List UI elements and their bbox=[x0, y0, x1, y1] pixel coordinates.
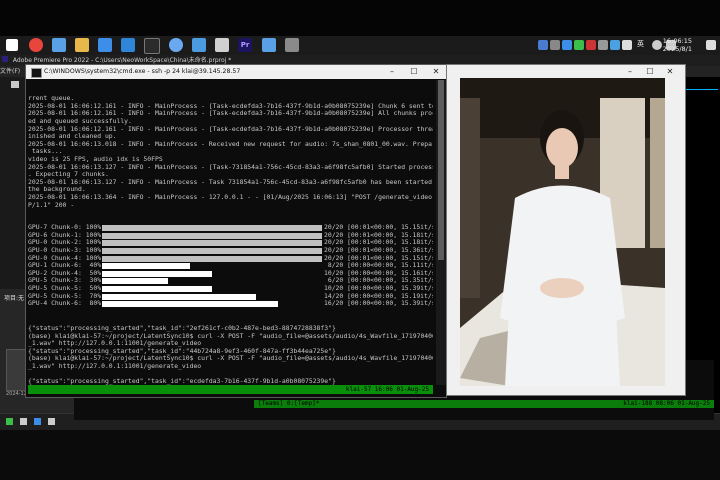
gpu-progress-fill bbox=[102, 225, 322, 232]
wechat-icon[interactable] bbox=[574, 40, 584, 50]
gpu-progress-rows: GPU-7 Chunk-0: 100% 20/20 [00:01<00:00, 1… bbox=[28, 223, 433, 308]
video-preview-window[interactable]: – ☐ ✕ bbox=[446, 64, 686, 396]
network-icon[interactable] bbox=[169, 38, 183, 52]
tray-app-icon[interactable] bbox=[550, 40, 560, 50]
minimize-button[interactable]: – bbox=[382, 65, 402, 79]
gpu-progress-bar bbox=[102, 270, 322, 277]
gpu-progress-bar bbox=[102, 240, 322, 247]
input-language[interactable]: 英 bbox=[637, 39, 644, 49]
bluetooth-icon[interactable] bbox=[562, 40, 572, 50]
video-frame[interactable] bbox=[460, 78, 665, 386]
home-icon[interactable] bbox=[11, 81, 19, 88]
gpu-progress-fill bbox=[102, 278, 168, 285]
cmd-output[interactable]: rrent queue. 2025-08-01 16:06:12.161 - IN… bbox=[28, 80, 433, 385]
tray-app-icon[interactable] bbox=[622, 40, 632, 50]
log-line: P/1.1" 200 - bbox=[28, 200, 75, 209]
tray-app-icon[interactable] bbox=[538, 40, 548, 50]
presenter-video-image bbox=[460, 78, 665, 386]
cmd-window[interactable]: C:\WINDOWS\system32\cmd.exe - ssh -p 24 … bbox=[25, 64, 447, 398]
gpu-progress-fill bbox=[102, 301, 278, 308]
gpu-progress-fill bbox=[102, 293, 256, 300]
secondary-status-right: klai-188 08:06 01-Aug-25 bbox=[623, 400, 710, 407]
system-tray: 英 16:06:15 2025/8/1 bbox=[530, 36, 720, 55]
video-title-bar[interactable]: – ☐ ✕ bbox=[447, 65, 685, 78]
tool-icon[interactable] bbox=[285, 38, 299, 52]
log-line: 2025-08-01 16:06:13.018 - INFO - MainPro… bbox=[28, 139, 433, 148]
gpu-progress-bar bbox=[102, 278, 322, 285]
maximize-button[interactable]: ☐ bbox=[641, 65, 659, 79]
tray-app-icon[interactable] bbox=[586, 40, 596, 50]
store-icon[interactable] bbox=[98, 38, 112, 52]
gpu-progress-bar bbox=[102, 293, 322, 300]
gpu-progress-label: GPU-4 Chunk-6: 80% bbox=[28, 299, 102, 308]
cmd-title-bar[interactable]: C:\WINDOWS\system32\cmd.exe - ssh -p 24 … bbox=[26, 65, 446, 79]
gpu-progress-fill bbox=[102, 240, 322, 247]
taskbar: Pr 英 16:06:15 2025/8/1 bbox=[0, 36, 720, 56]
gpu-progress-bar bbox=[102, 255, 322, 262]
notification-icon[interactable] bbox=[706, 40, 716, 50]
tool-icon[interactable] bbox=[48, 418, 55, 425]
gpu-progress-bar bbox=[102, 225, 322, 232]
gpu-progress-stats: 16/20 [00:00<00:00, 15.39it/s] bbox=[324, 299, 433, 308]
close-button[interactable]: ✕ bbox=[661, 65, 679, 79]
gpu-progress-fill bbox=[102, 248, 322, 255]
premiere-title: Adobe Premiere Pro 2022 - C:\Users\NeoWo… bbox=[12, 57, 232, 64]
clock-date: 2025/8/1 bbox=[662, 45, 692, 53]
gpu-progress-bar bbox=[102, 248, 322, 255]
tool-icon[interactable] bbox=[34, 418, 41, 425]
gpu-progress-fill bbox=[102, 255, 322, 262]
curl-line: {"status":"processing_started","task_id"… bbox=[28, 377, 336, 385]
curl-line: _1.wav" http://127.0.0.1:11001/generate_… bbox=[28, 361, 202, 370]
cmd-title: C:\WINDOWS\system32\cmd.exe - ssh -p 24 … bbox=[44, 68, 241, 75]
tray-app-icon[interactable] bbox=[610, 40, 620, 50]
gpu-progress-fill bbox=[102, 270, 212, 277]
clock[interactable]: 16:06:15 2025/8/1 bbox=[663, 37, 692, 53]
gpu-progress-bar bbox=[102, 286, 322, 293]
chrome-icon[interactable] bbox=[29, 38, 43, 52]
wifi-icon[interactable] bbox=[652, 40, 662, 50]
premiere-icon[interactable]: Pr bbox=[238, 38, 252, 52]
close-button[interactable]: ✕ bbox=[426, 65, 446, 79]
tool-icon[interactable] bbox=[20, 418, 27, 425]
gpu-progress-bar bbox=[102, 263, 322, 270]
video-bottom-bar bbox=[447, 387, 685, 395]
scrollbar-thumb[interactable] bbox=[438, 80, 444, 260]
gpu-progress-fill bbox=[102, 263, 190, 270]
screen-top-blackout bbox=[0, 0, 720, 36]
project-panel-label[interactable]: 项目:无 bbox=[4, 293, 24, 302]
gpu-progress-bar bbox=[102, 301, 322, 308]
files-icon[interactable] bbox=[52, 38, 66, 52]
vscode-icon[interactable] bbox=[121, 38, 135, 52]
maximize-button[interactable]: ☐ bbox=[404, 65, 424, 79]
tray-app-icon[interactable] bbox=[598, 40, 608, 50]
cmd-status-bar: klai-57 16:06 01-Aug-25 bbox=[28, 385, 433, 394]
gpu-progress-bar bbox=[102, 232, 322, 239]
cmd-status-right: klai-57 16:06 01-Aug-25 bbox=[345, 386, 429, 393]
secondary-terminal-status: [Teams] 0:[Temp]* klai-188 08:06 01-Aug-… bbox=[254, 400, 714, 408]
start-icon[interactable] bbox=[6, 39, 18, 51]
gpu-progress-fill bbox=[102, 232, 322, 239]
app-icon[interactable] bbox=[215, 38, 229, 52]
folder-icon[interactable] bbox=[75, 38, 89, 52]
log-lines: rrent queue. 2025-08-01 16:06:12.161 - IN… bbox=[28, 95, 433, 209]
pen-icon[interactable] bbox=[6, 418, 13, 425]
premiere-logo-icon bbox=[2, 56, 8, 62]
gpu-progress-fill bbox=[102, 286, 212, 293]
curl-output-lines: {"status":"processing_started","task_id"… bbox=[28, 324, 433, 385]
cmd-icon bbox=[31, 68, 42, 78]
log-line: 2025-08-01 16:06:13.127 - INFO - MainPro… bbox=[28, 177, 433, 186]
image-icon[interactable] bbox=[262, 38, 276, 52]
minimize-button[interactable]: – bbox=[621, 65, 639, 79]
secondary-status-left: [Teams] 0:[Temp]* bbox=[258, 400, 320, 407]
log-line: 2025-08-01 16:06:13.364 - INFO - MainPro… bbox=[28, 192, 433, 201]
terminal-icon[interactable] bbox=[144, 38, 160, 54]
clock-time: 16:06:15 bbox=[662, 37, 692, 45]
notes-icon[interactable] bbox=[192, 38, 206, 52]
cmd-scrollbar[interactable] bbox=[436, 80, 446, 385]
gpu-progress-row: GPU-4 Chunk-6: 80% 16/20 [00:00<00:00, 15… bbox=[28, 299, 433, 308]
